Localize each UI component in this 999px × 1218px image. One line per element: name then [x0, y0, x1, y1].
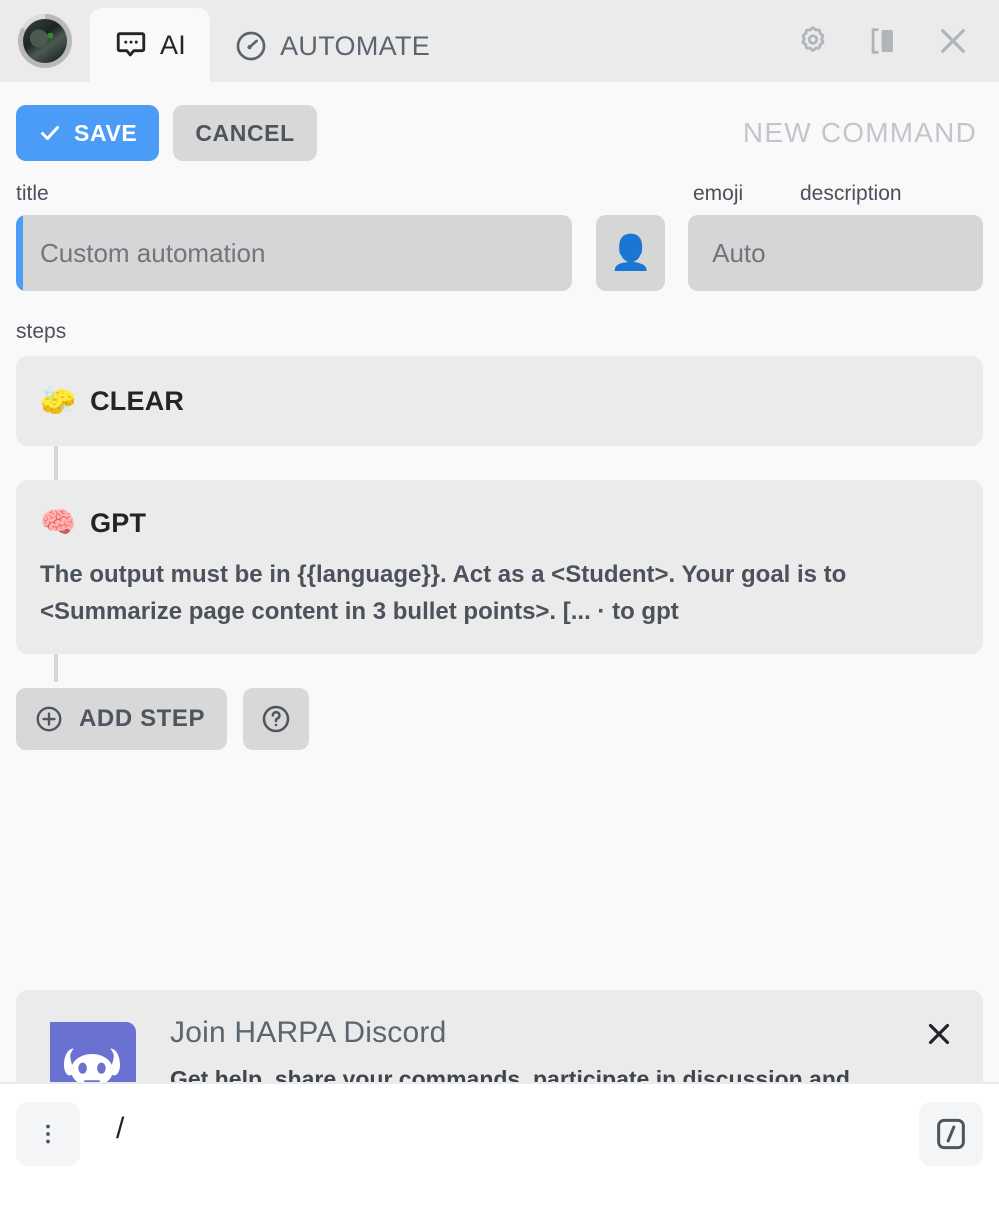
sponge-icon: 🧽	[40, 384, 77, 417]
plus-circle-icon	[36, 706, 62, 732]
slash-key-glyph	[937, 1118, 965, 1150]
add-step-row: ADD STEP	[16, 688, 983, 751]
avatar-image	[23, 19, 67, 63]
title-field[interactable]	[16, 215, 573, 291]
avatar[interactable]	[0, 0, 90, 82]
steps-label: steps	[16, 320, 67, 343]
title-input[interactable]	[40, 237, 573, 269]
prompt-input[interactable]: /	[80, 1102, 919, 1162]
title-label: title	[16, 182, 49, 205]
check-icon	[41, 126, 59, 140]
emoji-picker-button[interactable]: 👤	[596, 215, 666, 291]
step-description: The output must be in {{language}}. Act …	[40, 561, 847, 626]
composer-bar: /	[0, 1082, 999, 1218]
save-button-label: SAVE	[74, 119, 138, 146]
discord-banner-text: Join HARPA Discord Get help, share your …	[170, 1012, 893, 1082]
field-labels: title emoji description	[16, 176, 983, 206]
step-title: GPT	[90, 507, 147, 538]
tab-automate[interactable]: AUTOMATE	[210, 10, 454, 82]
discord-banner-subtitle: Get help, share your commands, participa…	[170, 1066, 850, 1082]
slash-command-icon[interactable]	[919, 1102, 983, 1166]
sidebar-panel-icon[interactable]	[861, 19, 905, 63]
discord-logo-icon	[40, 1012, 144, 1082]
harpa-panel: AI AUTOMATE SAVE CANCEL NEW COMMAND titl…	[0, 0, 999, 1218]
emoji-label: emoji	[693, 182, 744, 205]
step-header: 🧠 GPT	[40, 500, 959, 546]
step-card-clear[interactable]: 🧽 CLEAR	[16, 356, 983, 446]
page-title: NEW COMMAND	[742, 117, 977, 148]
gear-icon[interactable]	[791, 19, 835, 63]
add-step-button[interactable]: ADD STEP	[16, 688, 228, 751]
kebab-menu-icon[interactable]	[16, 1102, 80, 1166]
gauge-icon	[234, 29, 268, 63]
save-button[interactable]: SAVE	[16, 105, 160, 161]
description-input[interactable]	[712, 237, 983, 269]
step-header: 🧽 CLEAR	[40, 378, 959, 424]
title-accent-bar	[16, 215, 23, 291]
clipped-bottom-row	[0, 1210, 999, 1218]
description-field[interactable]	[688, 215, 983, 291]
tab-ai-label: AI	[160, 29, 187, 60]
steps-list: 🧽 CLEAR 🧠 GPT The output must be in {{la…	[16, 356, 983, 682]
tab-automate-label: AUTOMATE	[280, 30, 431, 61]
discord-banner-title: Join HARPA Discord	[170, 1016, 447, 1049]
question-circle-icon	[262, 706, 290, 733]
step-card-gpt[interactable]: 🧠 GPT The output must be in {{language}}…	[16, 480, 983, 655]
close-icon[interactable]	[931, 19, 975, 63]
cancel-button[interactable]: CANCEL	[173, 105, 317, 161]
kebab-dots	[46, 1124, 50, 1144]
tab-bar: AI AUTOMATE	[0, 0, 999, 82]
command-editor: SAVE CANCEL NEW COMMAND title emoji desc…	[0, 82, 999, 1082]
field-inputs: 👤	[16, 215, 983, 291]
discord-banner[interactable]: Join HARPA Discord Get help, share your …	[16, 990, 983, 1082]
avatar-ring	[18, 14, 72, 68]
step-title: CLEAR	[90, 385, 185, 416]
add-step-button-label: ADD STEP	[79, 705, 206, 733]
window-actions	[791, 0, 999, 82]
help-button[interactable]	[243, 688, 310, 751]
close-icon[interactable]	[919, 1014, 959, 1054]
editor-toolbar: SAVE CANCEL NEW COMMAND	[16, 82, 983, 162]
description-label: description	[800, 182, 902, 205]
chat-bubble-icon	[114, 28, 148, 62]
tab-ai[interactable]: AI	[90, 8, 211, 82]
brain-icon: 🧠	[40, 506, 77, 539]
